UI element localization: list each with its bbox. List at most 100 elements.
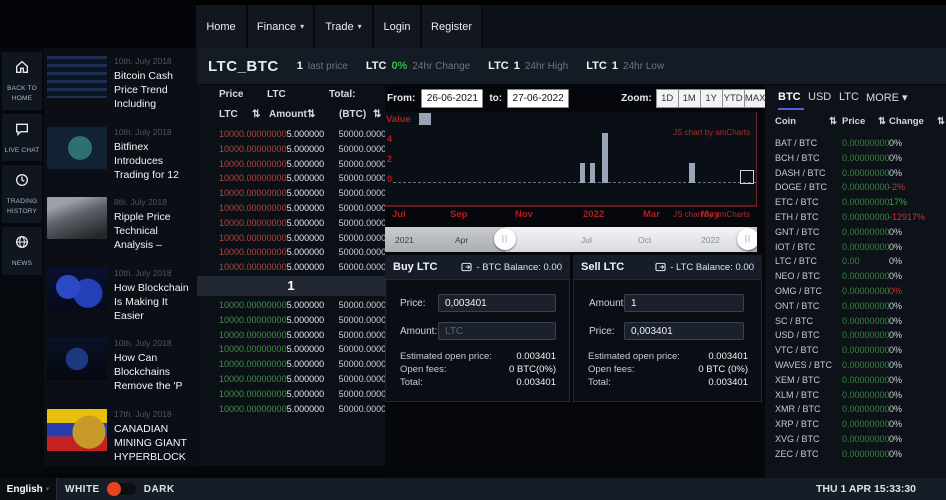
market-row[interactable]: XRP / BTC0.000000000% xyxy=(765,417,946,432)
ask-row[interactable]: 10000.000000005.00000050000.000000 xyxy=(197,127,385,142)
theme-toggle[interactable] xyxy=(108,483,136,495)
market-price: 0.00000000 xyxy=(842,314,890,329)
clock-icon xyxy=(14,175,30,192)
chevron-down-icon: ▾ xyxy=(358,22,362,31)
tab-usd[interactable]: USD xyxy=(808,91,831,103)
nav-item-trade[interactable]: Trade▾ xyxy=(315,5,374,48)
market-coin: IOT / BTC xyxy=(775,240,815,255)
tab-more[interactable]: MORE ▾ xyxy=(866,91,908,104)
bid-row[interactable]: 10000.000000005.00000050000.000000 xyxy=(197,357,385,372)
sell-summary-label: Estimated open price: xyxy=(588,350,680,363)
ask-row[interactable]: 10000.000000005.00000050000.000000 xyxy=(197,245,385,260)
news-thumbnail xyxy=(47,56,107,98)
market-row[interactable]: IOT / BTC0.000000000% xyxy=(765,240,946,255)
market-price: 0.00000000 xyxy=(842,151,890,166)
market-row[interactable]: WAVES / BTC0.000000000% xyxy=(765,358,946,373)
sort-icon[interactable]: ⇅ xyxy=(878,116,886,127)
market-row[interactable]: ZEC / BTC0.000000000% xyxy=(765,447,946,462)
market-row[interactable]: NEO / BTC0.000000000% xyxy=(765,269,946,284)
news-item[interactable]: 10th. July 2018How Can Blockchains Remov… xyxy=(44,330,197,401)
market-row[interactable]: OMG / BTC0.000000000% xyxy=(765,284,946,299)
order-price: 10000.00000000 xyxy=(219,357,287,372)
zoom-button-max[interactable]: MAX xyxy=(744,89,767,108)
sidebar-item-trading-history[interactable]: TRADING HISTORY xyxy=(2,165,42,223)
orderbook-panel: Price LTC Total: LTC ⇅ Amount ⇅ (BTC) ⇅ … xyxy=(197,85,385,466)
tab-ltc[interactable]: LTC xyxy=(839,91,859,103)
buy-price-label: Price: xyxy=(400,298,426,309)
sort-icon[interactable]: ⇅ xyxy=(829,116,837,127)
zoom-button-1m[interactable]: 1M xyxy=(678,89,701,108)
market-row[interactable]: GNT / BTC0.000000000% xyxy=(765,225,946,240)
navigator-left-handle[interactable]: || xyxy=(494,228,516,250)
market-row[interactable]: BCH / BTC0.000000000% xyxy=(765,151,946,166)
market-row[interactable]: ONT / BTC0.000000000% xyxy=(765,299,946,314)
zoom-button-1d[interactable]: 1D xyxy=(656,89,679,108)
ask-row[interactable]: 10000.000000005.00000050000.000000 xyxy=(197,201,385,216)
market-row[interactable]: ETC / BTC0.0000000017% xyxy=(765,195,946,210)
news-item[interactable]: 10th. July 2018Bitfinex Introduces Tradi… xyxy=(44,119,197,190)
market-price: 0.00000000 xyxy=(842,328,890,343)
market-row[interactable]: XLM / BTC0.000000000% xyxy=(765,388,946,403)
market-row[interactable]: ETH / BTC0.00000000-12917% xyxy=(765,210,946,225)
sell-amount-input[interactable] xyxy=(624,294,744,312)
toggle-knob[interactable] xyxy=(107,482,121,496)
bid-row[interactable]: 10000.000000005.00000050000.000000 xyxy=(197,298,385,313)
market-row[interactable]: XEM / BTC0.000000000% xyxy=(765,373,946,388)
market-row[interactable]: SC / BTC0.000000000% xyxy=(765,314,946,329)
market-row[interactable]: USD / BTC0.000000000% xyxy=(765,328,946,343)
sort-icon[interactable]: ⇅ xyxy=(373,109,381,120)
bid-row[interactable]: 10000.000000005.00000050000.000000 xyxy=(197,402,385,417)
sidebar-item-label: BACK TO HOME xyxy=(3,84,41,104)
ask-row[interactable]: 10000.000000005.00000050000.000000 xyxy=(197,142,385,157)
news-item[interactable]: 10th. July 2018How Blockchain Is Making … xyxy=(44,260,197,331)
bid-row[interactable]: 10000.000000005.00000050000.000000 xyxy=(197,387,385,402)
from-date-input[interactable] xyxy=(421,89,483,108)
sidebar-item-news[interactable]: NEWS xyxy=(2,227,42,275)
buy-amount-input[interactable] xyxy=(438,322,556,340)
to-date-input[interactable] xyxy=(507,89,569,108)
ask-row[interactable]: 10000.000000005.00000050000.000000 xyxy=(197,216,385,231)
tab-btc[interactable]: BTC xyxy=(778,91,801,103)
bid-row[interactable]: 10000.000000005.00000050000.000000 xyxy=(197,342,385,357)
chart-navigator[interactable]: 2021AprJulOct2022 || || xyxy=(385,227,757,252)
news-item[interactable]: 8th. July 2018Ripple Price Technical Ana… xyxy=(44,189,197,260)
market-coin: OMG / BTC xyxy=(775,284,822,299)
ask-row[interactable]: 10000.000000005.00000050000.000000 xyxy=(197,171,385,186)
from-label: From: xyxy=(387,93,415,104)
buy-summary-label: Total: xyxy=(400,376,423,389)
sidebar-item-label: LIVE CHAT xyxy=(3,146,41,156)
ask-row[interactable]: 10000.000000005.00000050000.000000 xyxy=(197,231,385,246)
sort-icon[interactable]: ⇅ xyxy=(252,109,260,120)
market-row[interactable]: LTC / BTC0.000% xyxy=(765,254,946,269)
market-row[interactable]: DASH / BTC0.000000000% xyxy=(765,166,946,181)
zoom-button-ytd[interactable]: YTD xyxy=(722,89,745,108)
buy-summary-row: Estimated open price:0.003401 xyxy=(400,350,556,363)
sidebar-item-back-to-home[interactable]: BACK TO HOME xyxy=(2,52,42,110)
nav-item-finance[interactable]: Finance▾ xyxy=(248,5,315,48)
buy-price-input[interactable] xyxy=(438,294,556,312)
sidebar-item-live-chat[interactable]: LIVE CHAT xyxy=(2,114,42,162)
bid-row[interactable]: 10000.000000005.00000050000.000000 xyxy=(197,313,385,328)
market-row[interactable]: XVG / BTC0.000000000% xyxy=(765,432,946,447)
navigator-right-handle[interactable]: || xyxy=(737,228,757,250)
market-row[interactable]: DOGE / BTC0.00000000-2% xyxy=(765,180,946,195)
market-row[interactable]: VTC / BTC0.000000000% xyxy=(765,343,946,358)
nav-item-login[interactable]: Login xyxy=(374,5,422,48)
nav-item-register[interactable]: Register xyxy=(422,5,483,48)
sort-icon[interactable]: ⇅ xyxy=(937,116,945,127)
ask-row[interactable]: 10000.000000005.00000050000.000000 xyxy=(197,157,385,172)
news-item[interactable]: 10th. July 2018Bitcoin Cash Price Trend … xyxy=(44,48,197,119)
news-item[interactable]: 17th. July 2018CANADIAN MINING GIANT HYP… xyxy=(44,401,197,466)
bid-row[interactable]: 10000.000000005.00000050000.000000 xyxy=(197,372,385,387)
zoom-button-1y[interactable]: 1Y xyxy=(700,89,723,108)
language-selector[interactable]: English ▾ xyxy=(0,478,57,500)
market-row[interactable]: BAT / BTC0.000000000% xyxy=(765,136,946,151)
sort-icon[interactable]: ⇅ xyxy=(307,109,315,120)
sell-price-input[interactable] xyxy=(624,322,744,340)
ask-row[interactable]: 10000.000000005.00000050000.000000 xyxy=(197,260,385,275)
market-row[interactable]: XMR / BTC0.000000000% xyxy=(765,402,946,417)
navigator-tick-label: Apr xyxy=(455,235,468,245)
bid-row[interactable]: 10000.000000005.00000050000.000000 xyxy=(197,328,385,343)
ask-row[interactable]: 10000.000000005.00000050000.000000 xyxy=(197,186,385,201)
nav-item-home[interactable]: Home xyxy=(196,5,248,48)
